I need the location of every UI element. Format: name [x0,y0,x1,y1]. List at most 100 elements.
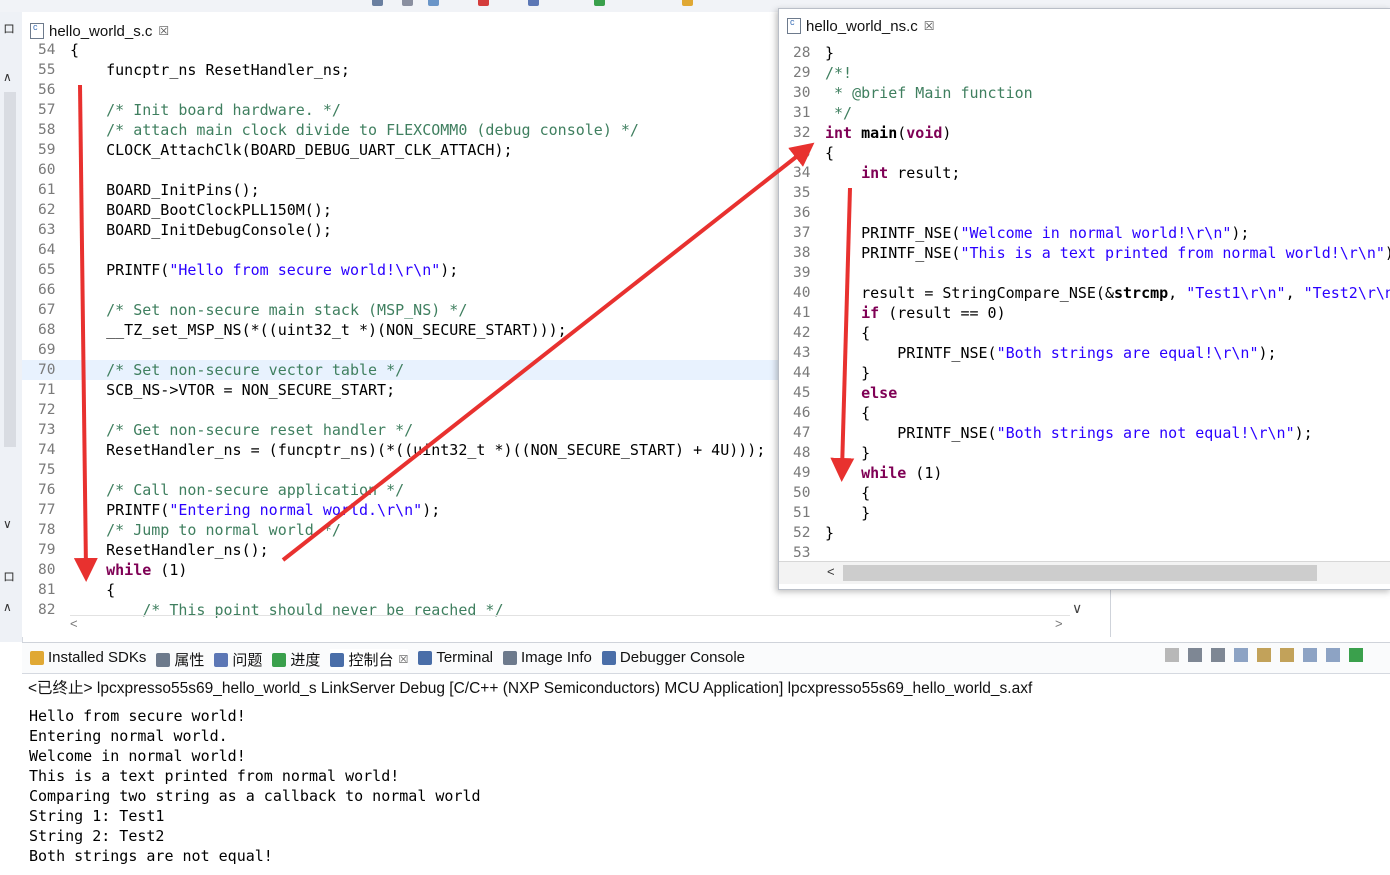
code-text[interactable]: /* Init board hardware. */ [70,100,341,120]
code-line[interactable]: 45 else [779,383,1390,403]
code-text[interactable]: CLOCK_AttachClk(BOARD_DEBUG_UART_CLK_ATT… [70,140,512,160]
toolbar-icon[interactable] [428,0,439,6]
code-line[interactable]: 33 { [779,143,1390,163]
code-line[interactable]: 46 { [779,403,1390,423]
left-scrollbar[interactable] [4,92,16,447]
code-text[interactable]: { [70,580,115,600]
code-text[interactable]: { [825,143,834,163]
collapse-down-icon[interactable]: ∨ [3,517,12,531]
tab-sdk[interactable]: Installed SDKs [30,649,146,666]
code-text[interactable]: PRINTF_NSE("Both strings are equal!\r\n"… [825,343,1276,363]
code-text[interactable]: /* Call non-secure application */ [70,480,404,500]
toolbar-icon[interactable] [402,0,413,6]
code-text[interactable]: PRINTF_NSE("This is a text printed from … [825,243,1390,263]
code-line[interactable]: 37 PRINTF_NSE("Welcome in normal world!\… [779,223,1390,243]
remove-launch-icon[interactable] [1188,648,1202,662]
code-text[interactable]: BOARD_InitPins(); [70,180,260,200]
display-console-icon[interactable] [1326,648,1340,662]
code-line[interactable]: 48 } [779,443,1390,463]
code-line[interactable]: 50 { [779,483,1390,503]
collapse-up-icon[interactable]: ∧ [3,600,12,614]
code-text[interactable]: { [70,40,79,60]
scroll-down-icon[interactable]: ∨ [1072,600,1082,617]
code-text[interactable]: PRINTF_NSE("Both strings are not equal!\… [825,423,1312,443]
tab-console[interactable]: 控制台 ☒ [330,649,409,670]
close-icon[interactable]: ☒ [924,19,935,33]
code-text[interactable]: __TZ_set_MSP_NS(*((uint32_t *)(NON_SECUR… [70,320,567,340]
clear-console-icon[interactable] [1234,648,1248,662]
console-output[interactable]: Hello from secure world! Entering normal … [29,706,481,866]
code-text[interactable]: } [825,43,834,63]
code-line[interactable]: 42 { [779,323,1390,343]
stop-icon[interactable] [1165,648,1179,662]
code-line[interactable]: 28} [779,43,1390,63]
tab-image-info[interactable]: Image Info [503,649,592,666]
code-text[interactable]: int main(void) [825,123,951,143]
code-text[interactable]: */ [825,103,852,123]
scroll-lock-icon[interactable] [1257,648,1271,662]
code-line[interactable]: 32 int main(void) [779,123,1390,143]
code-line[interactable]: 51 } [779,503,1390,523]
code-line[interactable]: 36 [779,203,1390,223]
code-line[interactable]: 31 */ [779,103,1390,123]
tab-hello-world-ns[interactable]: hello_world_ns.c ☒ [779,11,949,41]
code-line[interactable]: 53 [779,543,1390,563]
word-wrap-icon[interactable] [1280,648,1294,662]
code-text[interactable]: ResetHandler_ns(); [70,540,269,560]
code-line[interactable]: 38 PRINTF_NSE("This is a text printed fr… [779,243,1390,263]
debug-icon[interactable] [478,0,489,6]
pin-console-icon[interactable] [1303,648,1317,662]
code-text[interactable]: funcptr_ns ResetHandler_ns; [70,60,350,80]
code-text[interactable]: if (result == 0) [825,303,1006,323]
code-text[interactable]: } [825,523,834,543]
close-icon[interactable]: ☒ [398,653,408,666]
code-line[interactable]: 47 PRINTF_NSE("Both strings are not equa… [779,423,1390,443]
remove-all-icon[interactable] [1211,648,1225,662]
code-text[interactable]: BOARD_InitDebugConsole(); [70,220,332,240]
code-line[interactable]: 41 if (result == 0) [779,303,1390,323]
tab-debugger-console[interactable]: Debugger Console [601,649,745,666]
code-text[interactable]: int result; [825,163,960,183]
tab-terminal[interactable]: Terminal [418,649,493,666]
close-icon[interactable]: ☒ [158,24,169,38]
scrollbar-thumb[interactable] [843,565,1317,581]
toolbar-icon[interactable] [528,0,539,6]
code-text[interactable]: /* Set non-secure vector table */ [70,360,404,380]
code-text[interactable]: /* Set non-secure main stack (MSP_NS) */ [70,300,467,320]
scroll-left-icon[interactable]: < [70,616,78,631]
code-text[interactable]: /* attach main clock divide to FLEXCOMM0… [70,120,639,140]
run-icon[interactable] [594,0,605,6]
code-line[interactable]: 30 * @brief Main function [779,83,1390,103]
code-text[interactable]: PRINTF("Entering normal world.\r\n"); [70,500,440,520]
toolbar-icon[interactable] [682,0,693,6]
code-text[interactable]: while (1) [825,463,942,483]
code-line[interactable]: 43 PRINTF_NSE("Both strings are equal!\r… [779,343,1390,363]
tab-properties[interactable]: 属性 [156,649,204,670]
code-line[interactable]: 52} [779,523,1390,543]
code-line[interactable]: 35 [779,183,1390,203]
collapse-up-icon[interactable]: ∧ [3,70,12,84]
code-text[interactable]: } [825,363,870,383]
code-text[interactable]: ResetHandler_ns = (funcptr_ns)(*((uint32… [70,440,765,460]
code-line[interactable]: 29 /*! [779,63,1390,83]
new-console-icon[interactable] [1349,648,1363,662]
code-text[interactable]: { [825,483,870,503]
code-text[interactable]: * @brief Main function [825,83,1033,103]
code-text[interactable]: else [825,383,897,403]
code-text[interactable]: } [825,443,870,463]
tab-problems[interactable]: 问题 [214,649,262,670]
code-text[interactable]: { [825,323,870,343]
code-text[interactable]: /*! [825,63,852,83]
code-line[interactable]: 39 [779,263,1390,283]
code-text[interactable]: SCB_NS->VTOR = NON_SECURE_START; [70,380,395,400]
code-line[interactable]: 49 while (1) [779,463,1390,483]
code-text[interactable]: PRINTF_NSE("Welcome in normal world!\r\n… [825,223,1249,243]
toolbar-icon[interactable] [372,0,383,6]
code-text[interactable]: /* Get non-secure reset handler */ [70,420,413,440]
code-text[interactable]: { [825,403,870,423]
nonsecure-editor-window[interactable]: hello_world_ns.c ☒ 28}29/*!30 * @brief M… [778,8,1390,590]
tab-progress[interactable]: 进度 [272,649,320,670]
code-text[interactable]: result = StringCompare_NSE(&strcmp, "Tes… [825,283,1390,303]
scroll-left-icon[interactable]: < [827,564,835,579]
code-text[interactable]: /* Jump to normal world */ [70,520,341,540]
